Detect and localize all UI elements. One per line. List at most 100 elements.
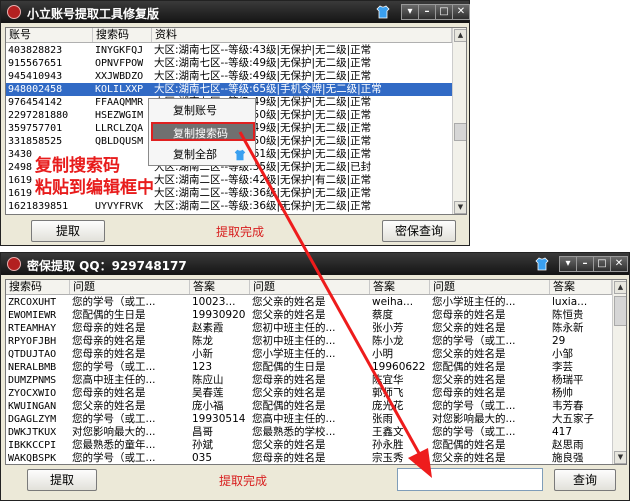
table-row[interactable]: KWUINGAN 您父亲的姓名是 庞小福 您配偶的姓名是 庞光花 您的学号（或工... 韦芳… <box>6 400 612 413</box>
table-cell-answer-2: 孙永胜 <box>372 439 404 451</box>
shirt-icon[interactable] <box>534 256 550 272</box>
table-row[interactable]: ZYOCXWIO 您母亲的姓名是 吴春莲 您父亲的姓名是 郭师飞 您母亲的姓名是 杨帅 <box>6 387 612 400</box>
table-cell-info: 大区:湖南七区--等级:49级|无保护|无二级|正常 <box>154 57 372 69</box>
column-header-answer-3[interactable]: 答案 <box>550 280 612 294</box>
column-header-question-3[interactable]: 问题 <box>430 280 550 294</box>
dropdown-button[interactable]: ▾ <box>559 256 577 272</box>
column-header-code[interactable]: 搜索码 <box>6 280 70 294</box>
column-header-answer-1[interactable]: 答案 <box>190 280 250 294</box>
table-row[interactable]: RTEAMHAY 您母亲的姓名是 赵素霞 您初中班主任的... 张小芳 您父亲的姓名是 陈永… <box>6 322 612 335</box>
table-row[interactable]: RPYOFJBH 您母亲的姓名是 陈龙 您初中班主任的... 陈小龙 您的学号（或工...… <box>6 335 612 348</box>
table-cell-question-3: 您母亲的姓名是 <box>432 387 506 399</box>
table-cell-answer-3: 韦芳春 <box>552 400 584 412</box>
dropdown-button[interactable]: ▾ <box>401 4 419 20</box>
scroll-thumb[interactable] <box>614 296 626 326</box>
table-cell-answer-2: 陈小龙 <box>372 335 404 347</box>
extract-button[interactable]: 提取 <box>27 469 97 491</box>
table-cell-answer-1: 123 <box>192 361 213 373</box>
table-cell-code: NERALBMB <box>8 362 57 373</box>
table-cell-code: QTDUJTAO <box>8 349 57 360</box>
table-cell-question-3: 您父亲的姓名是 <box>432 322 506 334</box>
table-cell-account: 2297281880 <box>8 110 69 121</box>
close-button[interactable]: ✕ <box>610 256 628 272</box>
maximize-button[interactable]: □ <box>593 256 611 272</box>
table-cell-code: FFAAQMMR <box>95 97 144 108</box>
table-cell-account: 1621839851 <box>8 201 69 212</box>
table-cell-question-1: 您最熟悉的童年... <box>72 439 156 451</box>
security-query-button[interactable]: 密保查询 <box>382 220 456 242</box>
table-cell-account: 948002458 <box>8 84 63 95</box>
table-cell-answer-1: 陈龙 <box>192 335 213 347</box>
table-cell-question-3: 对您影响最大的... <box>432 413 516 425</box>
column-header-account[interactable]: 账号 <box>6 28 93 42</box>
table-cell-question-3: 您的学号（或工... <box>432 400 516 412</box>
table-row[interactable]: 915567651 OPNVFPOW 大区:湖南七区--等级:49级|无保护|无二级… <box>6 57 452 70</box>
table-cell-answer-1: 赵素霞 <box>192 322 224 334</box>
menu-item-copy-account[interactable]: 复制账号 <box>153 101 253 120</box>
minimize-button[interactable]: – <box>418 4 436 20</box>
table-row[interactable]: DUMZPNMS 您高中班主任的... 陈应山 您母亲的姓名是 陈宜华 您父亲的姓名是 杨瑞… <box>6 374 612 387</box>
table-cell-answer-3: luxia... <box>552 296 588 308</box>
table-cell-question-2: 您高中班主任的... <box>252 413 336 425</box>
table-cell-question-2: 您配偶的姓名是 <box>252 400 326 412</box>
table-row[interactable]: 403828823 INYGKFQJ 大区:湖南七区--等级:43级|无保护|无二级… <box>6 44 452 57</box>
query-button[interactable]: 查询 <box>554 469 616 491</box>
table-cell-answer-2: 19960622 <box>372 361 426 373</box>
table-cell-question-3: 您父亲的姓名是 <box>432 348 506 360</box>
table-cell-answer-2: 陈宜华 <box>372 374 404 386</box>
app-icon <box>7 257 21 271</box>
table-cell-question-1: 您父亲的姓名是 <box>72 400 146 412</box>
menu-item-copy-search-code[interactable]: 复制搜索码 <box>151 122 255 141</box>
scroll-up-arrow[interactable]: ▲ <box>614 281 626 294</box>
table-row[interactable]: QTDUJTAO 您母亲的姓名是 小新 您小学班主任的... 小明 您父亲的姓名是 小邹 <box>6 348 612 361</box>
table-cell-answer-1: 陈应山 <box>192 374 224 386</box>
table-cell-answer-3: 杨瑞平 <box>552 374 584 386</box>
table-row[interactable]: NERALBMB 您的学号（或工... 123 您配偶的生日是 19960622 您配偶的… <box>6 361 612 374</box>
maximize-button[interactable]: □ <box>435 4 453 20</box>
table-cell-answer-3: 李芸 <box>552 361 573 373</box>
table-row[interactable]: EWOMIEWR 您配偶的生日是 19930920 您父亲的姓名是 蔡度 您母亲的姓名是 陈… <box>6 309 612 322</box>
scroll-down-arrow[interactable]: ▼ <box>454 201 466 214</box>
column-header-question-2[interactable]: 问题 <box>250 280 370 294</box>
table-cell-code: UYVYFRVK <box>95 201 144 212</box>
table-cell-question-1: 您母亲的姓名是 <box>72 387 146 399</box>
column-header-answer-2[interactable]: 答案 <box>370 280 430 294</box>
table-cell-question-1: 您的学号（或工... <box>72 452 156 464</box>
vertical-scrollbar[interactable]: ▲ ▼ <box>612 280 626 464</box>
table-cell-question-2: 您父亲的姓名是 <box>252 309 326 321</box>
table-cell-question-1: 您母亲的姓名是 <box>72 335 146 347</box>
search-code-input[interactable] <box>397 468 543 491</box>
title-bar[interactable]: 小立账号提取工具修复版 ▾ – □ ✕ <box>1 1 470 23</box>
minimize-button[interactable]: – <box>576 256 594 272</box>
column-header-question-1[interactable]: 问题 <box>70 280 190 294</box>
table-row[interactable]: 1621839851 UYVYFRVK 大区:湖南二区--等级:36级|无保护|无二… <box>6 200 452 213</box>
table-row[interactable]: DGAGLZYM 您的学号（或工... 19930514 您高中班主任的... 张雨 对您… <box>6 413 612 426</box>
table-row[interactable]: 945410943 XXJWBDZO 大区:湖南七区--等级:49级|无保护|无二级… <box>6 70 452 83</box>
table-cell-answer-1: 10023... <box>192 296 236 308</box>
table-row[interactable]: IBKKCCPI 您最熟悉的童年... 孙斌 您父亲的姓名是 孙永胜 您配偶的姓名是 赵思雨 <box>6 439 612 452</box>
scroll-up-arrow[interactable]: ▲ <box>454 29 466 42</box>
table-cell-answer-1: 035 <box>192 452 213 464</box>
table-cell-answer-2: 蔡度 <box>372 309 393 321</box>
extract-button[interactable]: 提取 <box>31 220 105 242</box>
shirt-icon[interactable] <box>375 4 391 20</box>
table-cell-answer-1: 昌哥 <box>192 426 213 438</box>
security-list[interactable]: 搜索码 问题 答案 问题 答案 问题 答案 ZRCOXUHT 您的学号（或工...… <box>5 279 627 465</box>
column-header-code[interactable]: 搜索码 <box>93 28 152 42</box>
vertical-scrollbar[interactable]: ▲ ▼ <box>452 28 466 214</box>
table-cell-code: EWOMIEWR <box>8 310 57 321</box>
table-cell-code: HSEZWGIM <box>95 110 144 121</box>
table-row[interactable]: ZRCOXUHT 您的学号（或工... 10023... 您父亲的姓名是 weiha..… <box>6 296 612 309</box>
table-cell-code: KWUINGAN <box>8 401 57 412</box>
table-row[interactable]: DWKJTKUX 对您影响最大的... 昌哥 您最熟悉的学校... 王鑫文 您的学号（或工… <box>6 426 612 439</box>
status-text: 提取完成 <box>219 474 268 488</box>
table-row[interactable]: WAKQBSPK 您的学号（或工... 035 您母亲的姓名是 宗玉秀 您父亲的姓名是 施良… <box>6 452 612 464</box>
column-header-info[interactable]: 资料 <box>152 28 452 42</box>
title-bar[interactable]: 密保提取 QQ：929748177 ▾ – □ ✕ <box>1 253 629 275</box>
table-cell-answer-2: weiha... <box>372 296 414 308</box>
table-row[interactable]: 948002458 KOLILXXP 大区:湖南七区--等级:65级|手机令牌|无二… <box>6 83 452 96</box>
table-cell-code: KOLILXXP <box>95 84 144 95</box>
scroll-thumb[interactable] <box>454 123 466 141</box>
scroll-down-arrow[interactable]: ▼ <box>614 451 626 464</box>
close-button[interactable]: ✕ <box>452 4 470 20</box>
